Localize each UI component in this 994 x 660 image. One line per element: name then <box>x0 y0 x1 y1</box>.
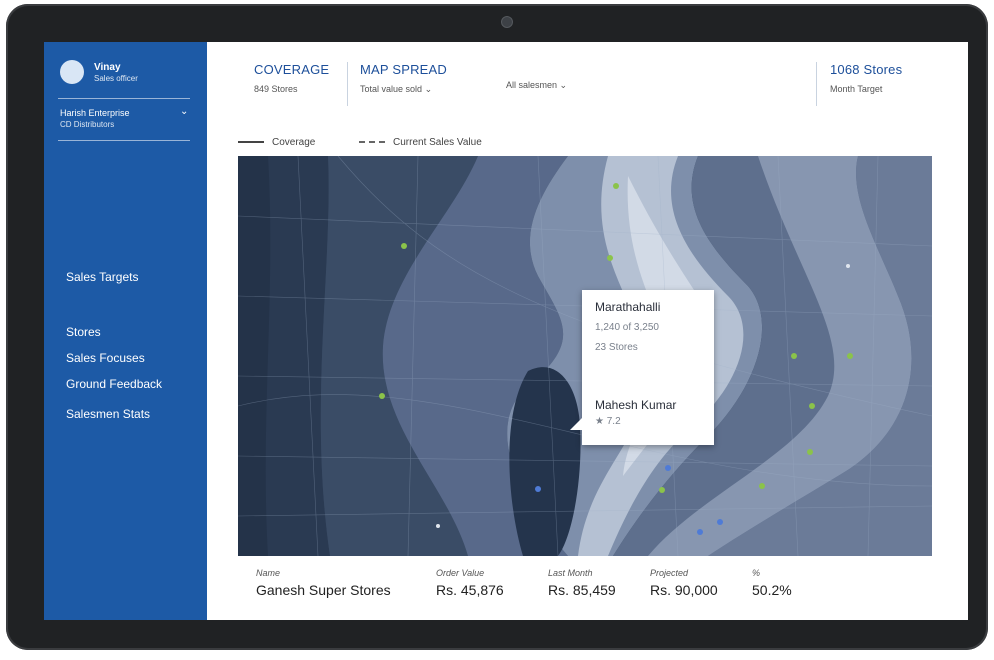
stat-last-month: Last Month Rs. 85,459 <box>548 568 616 598</box>
stat-last-month-label: Last Month <box>548 568 593 578</box>
coverage-count: 849 Stores <box>254 84 298 94</box>
area-tooltip: Marathahalli 1,240 of 3,250 23 Stores Ma… <box>570 290 714 445</box>
laptop-bezel: Vinay Sales officer Harish Enterprise CD… <box>6 4 988 650</box>
stat-order-value-label: Order Value <box>436 568 485 578</box>
tooltip-salesman: Mahesh Kumar <box>595 398 677 412</box>
stat-name-value: Ganesh Super Stores <box>256 582 391 598</box>
stat-percent-value: 50.2% <box>752 582 792 598</box>
app-screen: Vinay Sales officer Harish Enterprise CD… <box>44 42 968 620</box>
sidebar-divider <box>58 140 190 141</box>
avatar <box>60 60 84 84</box>
stat-order-value: Order Value Rs. 45,876 <box>436 568 504 598</box>
coverage-title: COVERAGE <box>254 62 330 77</box>
sidebar-item-sales-focuses[interactable]: Sales Focuses <box>64 349 147 367</box>
stat-projected: Projected Rs. 90,000 <box>650 568 718 598</box>
header-separator <box>347 62 348 106</box>
sidebar-item-ground-feedback[interactable]: Ground Feedback <box>64 375 164 393</box>
chevron-down-icon[interactable]: ⌄ <box>180 106 188 117</box>
map-spread-select[interactable]: Total value sold ⌄ <box>360 84 447 95</box>
stat-projected-label: Projected <box>650 568 689 578</box>
camera-icon <box>501 16 513 28</box>
target-subtitle: Month Target <box>830 84 883 94</box>
stat-percent-label: % <box>752 568 761 578</box>
tooltip-progress: 1,240 of 3,250 <box>595 322 659 333</box>
legend-current-sales: Current Sales Value <box>359 137 482 148</box>
stat-name-label: Name <box>256 568 281 578</box>
sidebar-item-salesmen-stats[interactable]: Salesmen Stats <box>64 405 152 423</box>
stat-name: Name Ganesh Super Stores <box>256 568 391 598</box>
legend-coverage: Coverage <box>238 137 315 148</box>
legend-current-sales-label: Current Sales Value <box>393 137 482 148</box>
enterprise-subtitle: CD Distributors <box>60 120 115 129</box>
coverage-block[interactable]: COVERAGE 849 Stores <box>254 62 329 94</box>
salesmen-select[interactable]: All salesmen ⌄ <box>506 80 567 91</box>
dashed-line-icon <box>359 141 385 144</box>
stat-order-value-value: Rs. 45,876 <box>436 582 504 598</box>
user-name: Vinay <box>94 62 121 73</box>
stat-projected-value: Rs. 90,000 <box>650 582 718 598</box>
target-title: 1068 Stores <box>830 62 903 77</box>
map-spread-select-value: Total value sold <box>360 84 423 94</box>
header-separator <box>816 62 817 106</box>
target-block: 1068 Stores Month Target <box>830 62 902 94</box>
tooltip-rating: ★ 7.2 <box>595 416 621 427</box>
coverage-map[interactable]: Marathahalli 1,240 of 3,250 23 Stores Ma… <box>238 156 932 556</box>
stat-percent: % 50.2% <box>752 568 792 598</box>
enterprise-name: Harish Enterprise <box>60 108 130 118</box>
tooltip-area-name: Marathahalli <box>595 300 661 314</box>
user-role: Sales officer <box>94 74 138 83</box>
salesmen-select-value: All salesmen <box>506 80 558 90</box>
chevron-down-icon: ⌄ <box>559 80 568 90</box>
map-spread-title: MAP SPREAD <box>360 62 448 77</box>
solid-line-icon <box>238 141 264 144</box>
sidebar-item-sales-targets[interactable]: Sales Targets <box>64 268 141 286</box>
stat-last-month-value: Rs. 85,459 <box>548 582 616 598</box>
tooltip-store-count: 23 Stores <box>595 342 638 353</box>
sidebar-item-stores[interactable]: Stores <box>64 323 103 341</box>
map-spread-block: MAP SPREAD Total value sold ⌄ <box>360 62 447 95</box>
sidebar-divider <box>58 98 190 99</box>
legend-coverage-label: Coverage <box>272 137 316 148</box>
chevron-down-icon: ⌄ <box>424 84 433 94</box>
sidebar: Vinay Sales officer Harish Enterprise CD… <box>44 42 207 620</box>
